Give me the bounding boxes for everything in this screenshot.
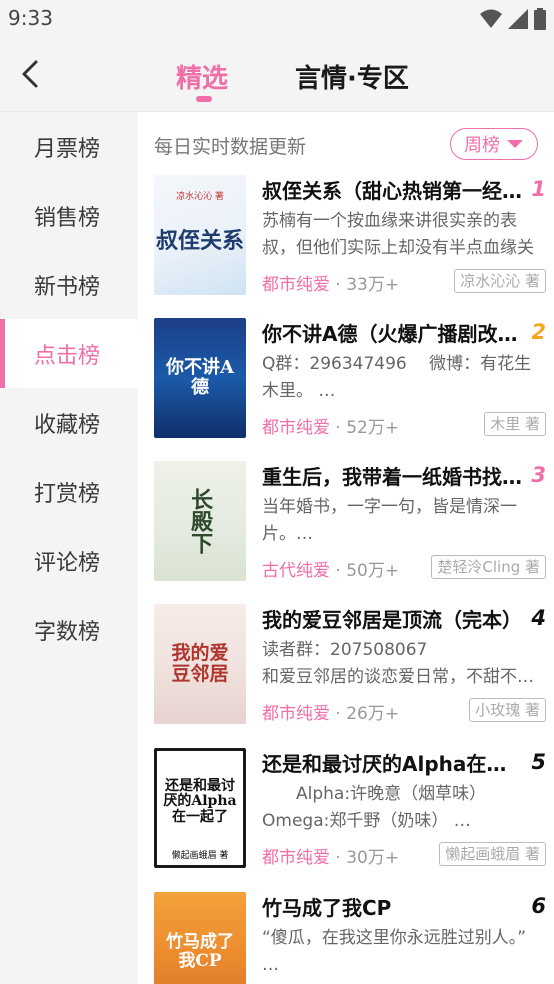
- read-count: · 30万+: [335, 848, 400, 868]
- status-time: 9:33: [8, 6, 53, 30]
- book-meta: 都市纯爱 · 26万+: [262, 699, 399, 724]
- book-category: 都市纯爱: [262, 704, 330, 724]
- cover-title: 你不讲A德: [166, 357, 234, 398]
- rank-number: 1: [531, 177, 546, 201]
- cover-author: 懒起画蛾眉 著: [171, 851, 229, 861]
- list-item[interactable]: 还是和最讨厌的Alpha在一起了 懒起画蛾眉 著 还是和最讨厌的Alpha在一起…: [154, 748, 546, 868]
- author-tag: 木里 著: [484, 412, 546, 436]
- wifi-icon: [480, 9, 502, 28]
- desc-line: 读者群：207508067: [262, 640, 428, 660]
- book-title: 还是和最讨厌的Alpha在一起了: [262, 752, 522, 776]
- chevron-left-icon: [22, 60, 38, 88]
- book-cover: 还是和最讨厌的Alpha在一起了 懒起画蛾眉 著: [154, 748, 246, 868]
- list-item[interactable]: 你不讲A德 你不讲A德（火爆广播剧改编） 2 Q群：296347496 微博：有…: [154, 318, 546, 438]
- read-count: · 52万+: [335, 418, 400, 438]
- desc-line: 苏楠有一个按血缘来讲很实亲的表叔，但他们实际上却没有半点血缘关系: [262, 211, 534, 258]
- book-cover: 我的爱豆邻居: [154, 604, 246, 724]
- sidebar-item-sales[interactable]: 销售榜: [0, 181, 138, 250]
- sidebar-item-clicks[interactable]: 点击榜: [0, 319, 138, 388]
- back-button[interactable]: [14, 56, 50, 92]
- ranking-sidebar: 月票榜 销售榜 新书榜 点击榜 收藏榜 打赏榜 评论榜 字数榜: [0, 112, 138, 984]
- battery-icon: [534, 8, 546, 30]
- book-title: 我的爱豆邻居是顶流（完本）: [262, 608, 522, 632]
- sidebar-item-word-count[interactable]: 字数榜: [0, 595, 138, 664]
- rank-number: 3: [531, 463, 546, 487]
- book-cover: 叔侄关系 凉水沁沁 著: [154, 175, 246, 295]
- read-count: · 33万+: [335, 275, 400, 295]
- list-item[interactable]: 叔侄关系 凉水沁沁 著 叔侄关系（甜心热销第一经典） 1 苏楠有一个按血缘来讲很…: [154, 175, 546, 295]
- book-category: 都市纯爱: [262, 275, 330, 295]
- sidebar-item-comments[interactable]: 评论榜: [0, 526, 138, 595]
- desc-line: Alpha:许晚意（烟草味）: [262, 784, 487, 804]
- sidebar-item-tips[interactable]: 打赏榜: [0, 457, 138, 526]
- book-cover: 你不讲A德: [154, 318, 246, 438]
- tab-romance-zone[interactable]: 言情·专区: [295, 58, 409, 95]
- rank-number: 5: [531, 750, 546, 774]
- desc-line: 当年婚书，一字一句，皆是情深一片。…: [262, 497, 517, 544]
- book-meta: 都市纯爱 · 30万+: [262, 843, 399, 868]
- tab-active-indicator: [196, 96, 212, 102]
- author-tag: 小玫瑰 著: [469, 698, 546, 722]
- update-notice: 每日实时数据更新: [154, 136, 307, 158]
- cover-title: 长殿下: [187, 488, 214, 554]
- period-dropdown-label: 周榜: [464, 135, 500, 156]
- book-description: Q群：296347496 微博：有花生木里。 …: [262, 351, 546, 405]
- list-item[interactable]: 竹马成了我CP 竹马成了我CP 6 “傻瓜，在我这里你永远胜过别人。” …: [154, 892, 546, 984]
- desc-line: Omega:郑千野（奶味） …: [262, 811, 471, 831]
- cover-title: 竹马成了我CP: [166, 932, 234, 971]
- status-bar: 9:33: [0, 0, 554, 38]
- book-meta: 都市纯爱 · 33万+: [262, 270, 399, 295]
- sidebar-item-monthly-ticket[interactable]: 月票榜: [0, 112, 138, 181]
- desc-line: “傻瓜，在我这里你永远胜过别人。” …: [262, 928, 527, 975]
- book-description: 当年婚书，一字一句，皆是情深一片。…: [262, 494, 546, 548]
- desc-line: 和爱豆邻居的谈恋爱日常，不甜不要钱: [262, 667, 546, 687]
- author-tag: 懒起画蛾眉 著: [439, 842, 546, 866]
- book-cover: 长殿下: [154, 461, 246, 581]
- book-category: 都市纯爱: [262, 848, 330, 868]
- sidebar-item-new-books[interactable]: 新书榜: [0, 250, 138, 319]
- book-title: 重生后，我带着一纸婚书找上门: [262, 465, 522, 489]
- book-meta: 都市纯爱 · 52万+: [262, 413, 399, 438]
- period-dropdown[interactable]: 周榜: [450, 128, 538, 160]
- read-count: · 26万+: [335, 704, 400, 724]
- top-nav-bar: 精选 言情·专区: [0, 38, 554, 112]
- list-item[interactable]: 长殿下 重生后，我带着一纸婚书找上门 3 当年婚书，一字一句，皆是情深一片。… …: [154, 461, 546, 581]
- book-title: 叔侄关系（甜心热销第一经典）: [262, 179, 522, 203]
- rank-number: 2: [531, 320, 546, 344]
- book-description: “傻瓜，在我这里你永远胜过别人。” …: [262, 925, 546, 979]
- book-ranking-list: 每日实时数据更新 周榜 叔侄关系 凉水沁沁 著 叔侄关系（甜心热销第一经典） 1…: [138, 112, 554, 984]
- book-category: 都市纯爱: [262, 418, 330, 438]
- status-icons: [480, 8, 546, 30]
- desc-line: Q群：296347496 微博：有花生木里。 …: [262, 354, 532, 401]
- book-title: 竹马成了我CP: [262, 896, 392, 920]
- sidebar-item-favorites[interactable]: 收藏榜: [0, 388, 138, 457]
- book-description: 读者群：207508067 和爱豆邻居的谈恋爱日常，不甜不要钱: [262, 637, 546, 691]
- cover-title: 我的爱豆邻居: [171, 642, 229, 685]
- list-item[interactable]: 我的爱豆邻居 我的爱豆邻居是顶流（完本） 4 读者群：207508067 和爱豆邻…: [154, 604, 546, 724]
- book-description: 苏楠有一个按血缘来讲很实亲的表叔，但他们实际上却没有半点血缘关系: [262, 208, 546, 262]
- author-tag: 凉水沁沁 著: [454, 269, 546, 293]
- rank-number: 6: [531, 894, 546, 918]
- book-category: 古代纯爱: [262, 561, 330, 581]
- tab-featured[interactable]: 精选: [176, 58, 228, 95]
- cover-author: 凉水沁沁 著: [176, 192, 224, 202]
- book-description: Alpha:许晚意（烟草味） Omega:郑千野（奶味） …: [262, 781, 546, 835]
- book-meta: 古代纯爱 · 50万+: [262, 556, 399, 581]
- author-tag: 楚轻泠Cling 著: [431, 555, 546, 579]
- caret-down-icon: [507, 140, 523, 148]
- signal-icon: [508, 9, 528, 29]
- rank-number: 4: [531, 606, 546, 630]
- read-count: · 50万+: [335, 561, 400, 581]
- book-title: 你不讲A德（火爆广播剧改编）: [262, 322, 522, 346]
- book-cover: 竹马成了我CP: [154, 892, 246, 984]
